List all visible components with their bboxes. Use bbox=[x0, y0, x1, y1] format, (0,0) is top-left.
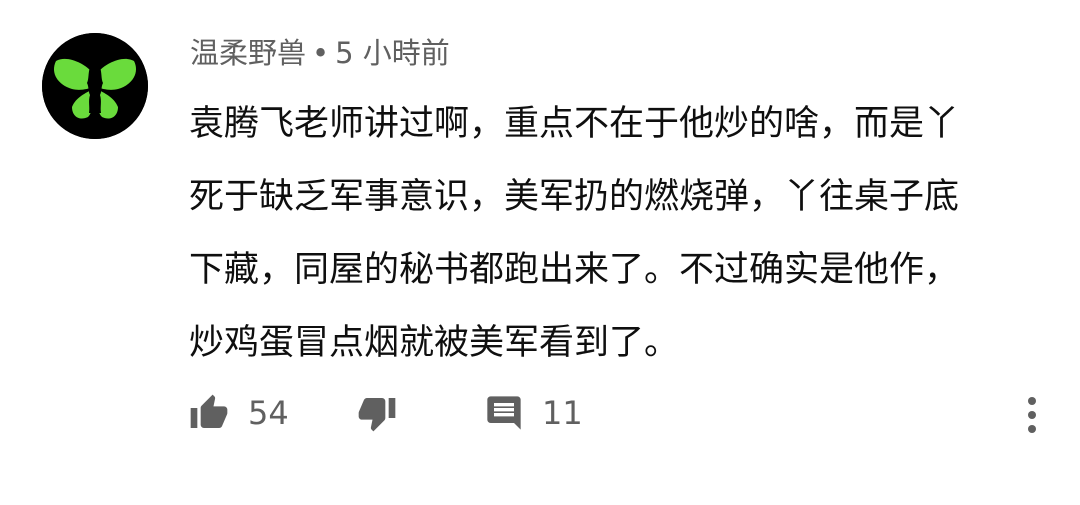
more-options-button[interactable] bbox=[1014, 390, 1050, 440]
comment-card: 温柔野兽 • 5 小時前 袁腾飞老师讲过啊，重点不在于他炒的啥，而是丫 死于缺乏军事… bbox=[0, 0, 1080, 505]
like-count: 54 bbox=[248, 394, 289, 432]
comment-actions: 54 11 bbox=[0, 383, 1080, 443]
more-vertical-icon bbox=[1028, 397, 1036, 433]
thumbs-down-icon bbox=[358, 398, 396, 432]
comment-text-line: 下藏，同屋的秘书都跑出来了。不过确实是他作， bbox=[189, 250, 960, 290]
reply-button[interactable]: 11 bbox=[484, 383, 583, 443]
comment-text-line: 死于缺乏军事意识，美军扔的燃烧弹，丫往桌子底 bbox=[189, 177, 960, 217]
reply-comment-icon bbox=[487, 396, 521, 430]
meta-separator: • bbox=[312, 36, 330, 70]
dislike-button[interactable] bbox=[356, 383, 398, 443]
comment-text: 袁腾飞老师讲过啊，重点不在于他炒的啥，而是丫 死于缺乏军事意识，美军扔的燃烧弹，… bbox=[189, 88, 1039, 380]
reply-count: 11 bbox=[542, 394, 583, 432]
author-name[interactable]: 温柔野兽 bbox=[190, 36, 306, 70]
thumbs-up-icon bbox=[190, 394, 228, 428]
avatar[interactable] bbox=[42, 33, 148, 139]
green-butterfly-icon bbox=[42, 33, 148, 139]
timestamp[interactable]: 5 小時前 bbox=[335, 36, 450, 70]
comment-text-line: 袁腾飞老师讲过啊，重点不在于他炒的啥，而是丫 bbox=[189, 104, 960, 144]
comment-meta: 温柔野兽 • 5 小時前 bbox=[190, 30, 450, 76]
like-button[interactable]: 54 bbox=[188, 383, 289, 443]
comment-text-line: 炒鸡蛋冒点烟就被美军看到了。 bbox=[189, 323, 680, 363]
